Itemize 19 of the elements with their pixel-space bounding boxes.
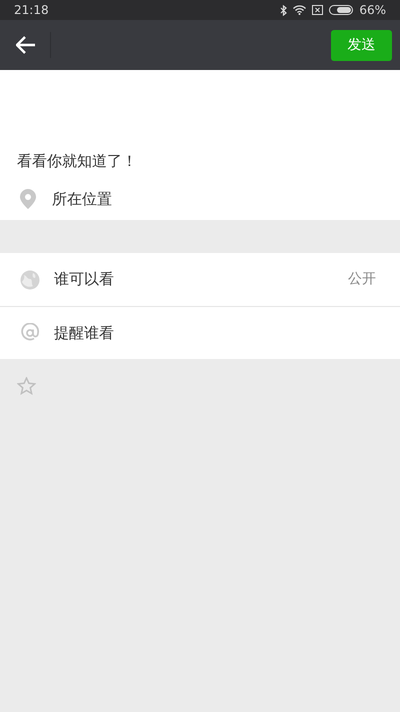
back-arrow-icon	[16, 36, 36, 54]
star-icon[interactable]	[17, 377, 36, 395]
option-row[interactable]: 提醒谁看	[0, 306, 400, 359]
sim-icon	[312, 5, 324, 15]
bluetooth-icon	[280, 4, 288, 16]
option-row[interactable]: 谁可以看 公开	[0, 253, 400, 306]
option-value: 公开	[348, 270, 376, 289]
battery-icon	[329, 5, 354, 15]
location-pin-icon	[20, 189, 36, 209]
globe-icon	[20, 270, 40, 290]
wifi-icon	[293, 5, 306, 15]
at-sign-icon	[20, 323, 40, 343]
post-text-field[interactable]: 看看你就知道了！	[0, 150, 400, 172]
location-label: 所在位置	[52, 188, 112, 210]
option-label: 提醒谁看	[54, 322, 115, 344]
battery-level: 66%	[359, 2, 386, 19]
option-label: 谁可以看	[54, 269, 115, 290]
location-row[interactable]: 所在位置	[0, 186, 400, 212]
status-time: 21:18	[14, 2, 49, 19]
